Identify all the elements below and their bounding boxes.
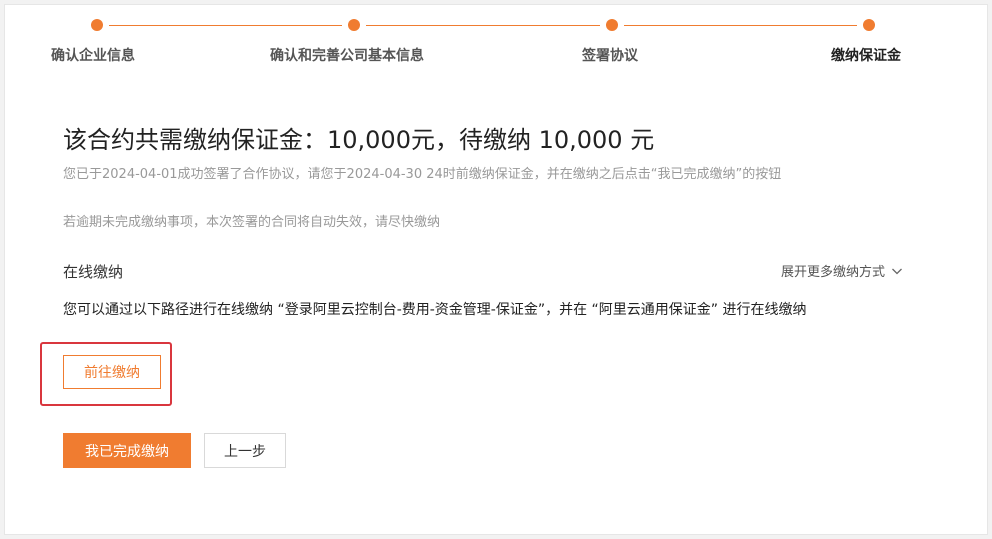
step-dot-icon xyxy=(606,19,618,31)
step-connector xyxy=(109,25,342,26)
expand-more-methods-label: 展开更多缴纳方式 xyxy=(780,265,885,280)
step-label-sign-agreement: 签署协议 xyxy=(582,48,638,64)
progress-steps: 确认企业信息 确认和完善公司基本信息 签署协议 缴纳保证金 xyxy=(5,5,987,85)
step-label-pay-deposit: 缴纳保证金 xyxy=(831,48,901,64)
step-label-company-info: 确认企业信息 xyxy=(51,48,135,64)
goto-pay-button[interactable]: 前往缴纳 xyxy=(63,355,161,389)
payment-done-button[interactable]: 我已完成缴纳 xyxy=(63,433,191,468)
expiry-notice: 若逾期未完成缴纳事项，本次签署的合同将自动失效，请尽快缴纳 xyxy=(63,215,441,230)
step-connector xyxy=(624,25,857,26)
page-title: 该合约共需缴纳保证金：10,000元，待缴纳 10,000 元 xyxy=(63,126,655,154)
step-label-basic-info: 确认和完善公司基本信息 xyxy=(270,48,424,64)
expand-more-methods[interactable]: 展开更多缴纳方式 xyxy=(781,261,903,280)
chevron-down-icon xyxy=(892,268,902,274)
step-dot-icon xyxy=(91,19,103,31)
sign-notice: 您已于2024-04-01成功签署了合作协议，请您于2024-04-30 24时… xyxy=(63,167,782,182)
step-dot-icon xyxy=(863,19,875,31)
step-connector xyxy=(366,25,600,26)
previous-step-button[interactable]: 上一步 xyxy=(204,433,286,468)
step-dot-icon xyxy=(348,19,360,31)
online-payment-title: 在线缴纳 xyxy=(63,263,124,281)
online-payment-description: 您可以通过以下路径进行在线缴纳 “登录阿里云控制台-费用-资金管理-保证金”，并… xyxy=(63,302,807,318)
payment-card: 确认企业信息 确认和完善公司基本信息 签署协议 缴纳保证金 该合约共需缴纳保证金… xyxy=(4,4,988,535)
